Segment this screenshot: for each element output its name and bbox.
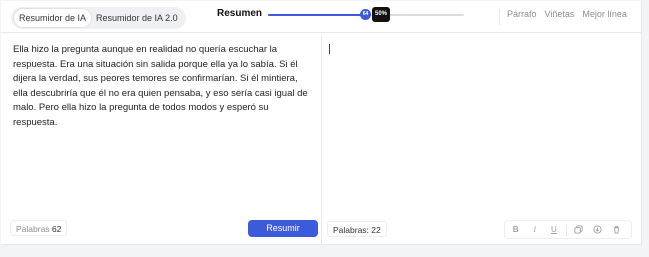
slider-thumb[interactable]: 64 — [360, 9, 371, 20]
trash-icon[interactable] — [609, 222, 624, 238]
italic-button[interactable]: I — [527, 222, 542, 238]
underline-button[interactable]: U — [546, 222, 561, 238]
output-word-count-value: 22 — [371, 225, 381, 235]
tab-best-line[interactable]: Mejor línea — [582, 9, 627, 19]
copy-icon[interactable] — [570, 222, 585, 238]
mode-tabs: Resumidor de IA Resumidor de IA 2.0 — [11, 7, 186, 29]
output-toolbar: B I U — [504, 220, 632, 239]
summarizer-card: Resumidor de IA Resumidor de IA 2.0 Resu… — [1, 1, 642, 245]
bold-button[interactable]: B — [508, 222, 523, 238]
tab-bullets[interactable]: Viñetas — [545, 9, 575, 19]
slider-fill — [268, 14, 366, 16]
top-bar: Resumidor de IA Resumidor de IA 2.0 Resu… — [1, 1, 642, 33]
output-word-count: Palabras: 22 — [327, 221, 387, 237]
input-text-area[interactable]: Ella hizo la pregunta aunque en realidad… — [13, 43, 311, 130]
download-icon[interactable] — [590, 222, 605, 238]
summarize-button[interactable]: Resumir — [248, 220, 318, 237]
slider-percent-tooltip: 50% — [372, 7, 391, 22]
output-format-tabs: Párrafo Viñetas Mejor línea — [507, 9, 627, 19]
output-text-cursor — [329, 44, 330, 54]
panel-divider — [321, 34, 322, 244]
output-word-count-label: Palabras: — [333, 225, 369, 235]
tab-paragraph[interactable]: Párrafo — [507, 9, 537, 19]
summary-length-slider[interactable]: 64 50% — [268, 7, 464, 22]
input-word-count-value: 62 — [51, 224, 62, 234]
tab-ai-summarizer-2[interactable]: Resumidor de IA 2.0 — [91, 9, 183, 27]
divider — [499, 9, 500, 25]
tab-ai-summarizer[interactable]: Resumidor de IA — [14, 9, 92, 27]
summary-length-label: Resumen — [217, 8, 263, 19]
input-word-count-label: Palabras — [16, 224, 50, 234]
input-word-count: Palabras 62 — [10, 220, 68, 236]
toolbar-divider — [565, 223, 567, 236]
